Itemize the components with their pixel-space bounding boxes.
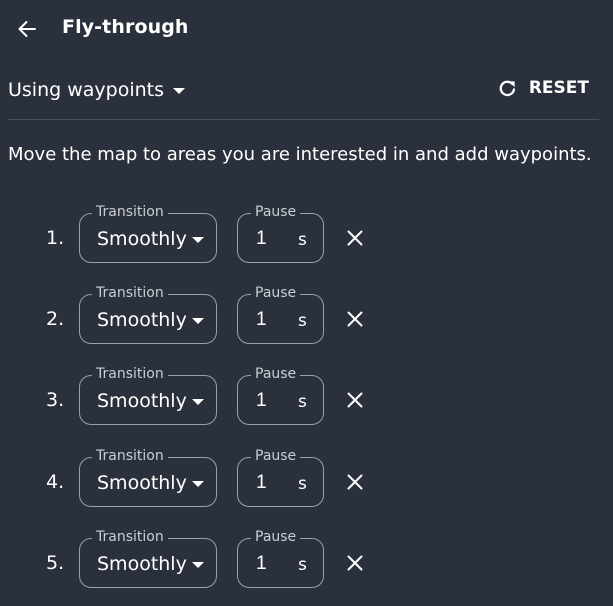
transition-dropdown[interactable]: Smoothly bbox=[97, 390, 204, 412]
waypoint-number: 3. bbox=[46, 389, 65, 411]
pause-unit: s bbox=[298, 474, 307, 494]
waypoint-row: 5. Transition Smoothly Pause s bbox=[0, 524, 613, 594]
transition-value: Smoothly bbox=[97, 390, 187, 412]
transition-value: Smoothly bbox=[97, 472, 187, 494]
caret-down-icon bbox=[191, 237, 204, 243]
caret-down-icon bbox=[191, 399, 204, 405]
pause-field[interactable]: Pause s bbox=[237, 285, 324, 344]
remove-waypoint-button[interactable] bbox=[344, 227, 366, 249]
pause-unit: s bbox=[298, 392, 307, 412]
pause-input[interactable] bbox=[256, 309, 286, 331]
pause-unit: s bbox=[298, 311, 307, 331]
transition-value: Smoothly bbox=[97, 553, 187, 575]
remove-waypoint-button[interactable] bbox=[344, 389, 366, 411]
back-button[interactable] bbox=[12, 14, 42, 44]
transition-value: Smoothly bbox=[97, 309, 187, 331]
divider bbox=[8, 119, 599, 120]
remove-waypoint-button[interactable] bbox=[344, 471, 366, 493]
waypoint-row: 1. Transition Smoothly Pause s bbox=[0, 199, 613, 269]
close-icon bbox=[347, 311, 363, 327]
pause-field[interactable]: Pause s bbox=[237, 366, 324, 425]
pause-unit: s bbox=[298, 230, 307, 250]
pause-label: Pause bbox=[251, 448, 301, 464]
pause-input[interactable] bbox=[256, 472, 286, 494]
transition-label: Transition bbox=[92, 285, 168, 301]
close-icon bbox=[347, 474, 363, 490]
pause-input[interactable] bbox=[256, 228, 286, 250]
caret-down-icon bbox=[191, 562, 204, 568]
transition-value: Smoothly bbox=[97, 228, 187, 250]
arrow-left-icon bbox=[18, 21, 36, 37]
transition-dropdown[interactable]: Smoothly bbox=[97, 228, 204, 250]
pause-unit: s bbox=[298, 555, 307, 575]
pause-input[interactable] bbox=[256, 553, 286, 575]
transition-label: Transition bbox=[92, 204, 168, 220]
reset-label: RESET bbox=[528, 78, 589, 98]
instructions-text: Move the map to areas you are interested… bbox=[8, 144, 592, 165]
page-title: Fly-through bbox=[62, 16, 189, 38]
caret-down-icon bbox=[191, 318, 204, 324]
pause-label: Pause bbox=[251, 529, 301, 545]
waypoint-number: 5. bbox=[46, 552, 65, 574]
pause-field[interactable]: Pause s bbox=[237, 448, 324, 507]
refresh-icon bbox=[499, 80, 515, 96]
reset-button[interactable]: RESET bbox=[498, 78, 589, 98]
waypoint-row: 2. Transition Smoothly Pause s bbox=[0, 280, 613, 350]
transition-field[interactable]: Transition Smoothly bbox=[79, 285, 217, 344]
waypoint-row: 3. Transition Smoothly Pause s bbox=[0, 361, 613, 431]
transition-field[interactable]: Transition Smoothly bbox=[79, 529, 217, 588]
close-icon bbox=[347, 392, 363, 408]
caret-down-icon bbox=[173, 88, 186, 94]
transition-label: Transition bbox=[92, 529, 168, 545]
mode-row: Using waypoints RESET bbox=[0, 70, 613, 114]
transition-dropdown[interactable]: Smoothly bbox=[97, 553, 204, 575]
close-icon bbox=[347, 555, 363, 571]
header: Fly-through bbox=[0, 0, 613, 56]
pause-field[interactable]: Pause s bbox=[237, 529, 324, 588]
waypoint-number: 4. bbox=[46, 471, 65, 493]
transition-label: Transition bbox=[92, 448, 168, 464]
pause-input[interactable] bbox=[256, 390, 286, 412]
caret-down-icon bbox=[191, 481, 204, 487]
pause-label: Pause bbox=[251, 204, 301, 220]
waypoint-number: 1. bbox=[46, 227, 65, 249]
remove-waypoint-button[interactable] bbox=[344, 552, 366, 574]
pause-label: Pause bbox=[251, 366, 301, 382]
pause-field[interactable]: Pause s bbox=[237, 204, 324, 263]
mode-dropdown-label: Using waypoints bbox=[8, 79, 165, 101]
transition-field[interactable]: Transition Smoothly bbox=[79, 448, 217, 507]
pause-label: Pause bbox=[251, 285, 301, 301]
transition-dropdown[interactable]: Smoothly bbox=[97, 472, 204, 494]
transition-label: Transition bbox=[92, 366, 168, 382]
waypoint-row: 4. Transition Smoothly Pause s bbox=[0, 443, 613, 513]
waypoint-number: 2. bbox=[46, 308, 65, 330]
transition-dropdown[interactable]: Smoothly bbox=[97, 309, 204, 331]
remove-waypoint-button[interactable] bbox=[344, 308, 366, 330]
mode-dropdown[interactable]: Using waypoints bbox=[8, 79, 186, 101]
close-icon bbox=[347, 230, 363, 246]
transition-field[interactable]: Transition Smoothly bbox=[79, 366, 217, 425]
transition-field[interactable]: Transition Smoothly bbox=[79, 204, 217, 263]
